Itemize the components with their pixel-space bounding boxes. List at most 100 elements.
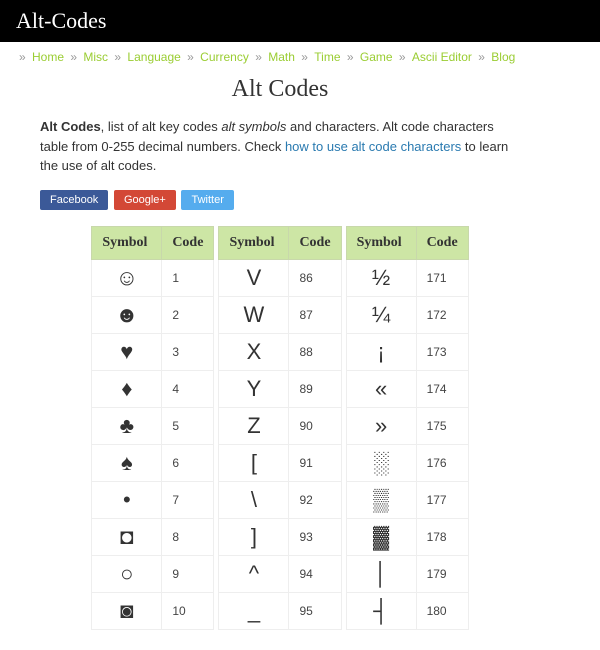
code-cell: 89	[289, 370, 341, 407]
table-row: ░176	[346, 444, 468, 481]
breadcrumb-link[interactable]: Time	[314, 50, 340, 64]
symbol-cell: _	[219, 592, 289, 629]
table-row: [91	[219, 444, 341, 481]
symbol-cell: ▓	[346, 518, 416, 555]
symbol-cell: │	[346, 555, 416, 592]
code-cell: 180	[416, 592, 468, 629]
breadcrumb-separator: »	[347, 50, 357, 64]
symbol-cell: ♣	[92, 407, 162, 444]
th-code: Code	[162, 226, 214, 259]
intro-paragraph: Alt Codes, list of alt key codes alt sym…	[40, 117, 520, 176]
breadcrumb-link[interactable]: Ascii Editor	[412, 50, 472, 64]
facebook-button[interactable]: Facebook	[40, 190, 108, 210]
code-cell: 87	[289, 296, 341, 333]
breadcrumb-separator: »	[19, 50, 29, 64]
table-row: ¼172	[346, 296, 468, 333]
breadcrumb-separator: »	[399, 50, 409, 64]
table-row: ○9	[92, 555, 214, 592]
table-row: ¡173	[346, 333, 468, 370]
table-row: ^94	[219, 555, 341, 592]
code-cell: 91	[289, 444, 341, 481]
breadcrumb-separator: »	[187, 50, 197, 64]
alt-codes-col2: Symbol Code V86W87X88Y89Z90[91\92]93^94_…	[218, 226, 341, 630]
breadcrumb-link[interactable]: Blog	[491, 50, 515, 64]
alt-codes-col1: Symbol Code ☺1☻2♥3♦4♣5♠6•7◘8○9◙10	[91, 226, 214, 630]
table-row: »175	[346, 407, 468, 444]
share-row: Facebook Google+ Twitter	[40, 190, 520, 210]
intro-bold: Alt Codes	[40, 119, 101, 134]
symbol-cell: •	[92, 481, 162, 518]
code-cell: 4	[162, 370, 214, 407]
breadcrumb-separator: »	[255, 50, 265, 64]
breadcrumb: » Home » Misc » Language » Currency » Ma…	[0, 42, 600, 72]
alt-codes-tables: Symbol Code ☺1☻2♥3♦4♣5♠6•7◘8○9◙10 Symbol…	[40, 226, 520, 630]
symbol-cell: ^	[219, 555, 289, 592]
breadcrumb-link[interactable]: Game	[360, 50, 393, 64]
table-row: ┤180	[346, 592, 468, 629]
table-row: Y89	[219, 370, 341, 407]
code-cell: 177	[416, 481, 468, 518]
th-symbol: Symbol	[219, 226, 289, 259]
code-cell: 171	[416, 259, 468, 296]
table-row: ▒177	[346, 481, 468, 518]
symbol-cell: ]	[219, 518, 289, 555]
code-cell: 10	[162, 592, 214, 629]
table-row: ♣5	[92, 407, 214, 444]
code-cell: 9	[162, 555, 214, 592]
table-row: «174	[346, 370, 468, 407]
site-title: Alt-Codes	[16, 8, 106, 33]
code-cell: 174	[416, 370, 468, 407]
table-row: ♥3	[92, 333, 214, 370]
site-header: Alt-Codes	[0, 0, 600, 42]
symbol-cell: ┤	[346, 592, 416, 629]
symbol-cell: V	[219, 259, 289, 296]
intro-text: , list of alt key codes	[101, 119, 222, 134]
code-cell: 173	[416, 333, 468, 370]
table-row: │179	[346, 555, 468, 592]
breadcrumb-link[interactable]: Currency	[200, 50, 249, 64]
table-row: ◘8	[92, 518, 214, 555]
symbol-cell: W	[219, 296, 289, 333]
code-cell: 5	[162, 407, 214, 444]
code-cell: 3	[162, 333, 214, 370]
code-cell: 6	[162, 444, 214, 481]
breadcrumb-link[interactable]: Math	[268, 50, 295, 64]
code-cell: 8	[162, 518, 214, 555]
th-code: Code	[289, 226, 341, 259]
table-row: ]93	[219, 518, 341, 555]
symbol-cell: X	[219, 333, 289, 370]
table-row: V86	[219, 259, 341, 296]
code-cell: 1	[162, 259, 214, 296]
code-cell: 179	[416, 555, 468, 592]
code-cell: 7	[162, 481, 214, 518]
table-row: X88	[219, 333, 341, 370]
table-row: ♦4	[92, 370, 214, 407]
table-row: •7	[92, 481, 214, 518]
howto-link[interactable]: how to use alt code characters	[285, 139, 461, 154]
code-cell: 172	[416, 296, 468, 333]
symbol-cell: ♥	[92, 333, 162, 370]
symbol-cell: ☻	[92, 296, 162, 333]
code-cell: 90	[289, 407, 341, 444]
code-cell: 88	[289, 333, 341, 370]
breadcrumb-separator: »	[114, 50, 124, 64]
symbol-cell: ½	[346, 259, 416, 296]
code-cell: 178	[416, 518, 468, 555]
breadcrumb-separator: »	[70, 50, 80, 64]
symbol-cell: ¡	[346, 333, 416, 370]
breadcrumb-link[interactable]: Home	[32, 50, 64, 64]
google-plus-button[interactable]: Google+	[114, 190, 176, 210]
code-cell: 2	[162, 296, 214, 333]
table-row: ◙10	[92, 592, 214, 629]
page-title: Alt Codes	[40, 76, 520, 103]
main-content: Alt Codes Alt Codes, list of alt key cod…	[0, 76, 560, 650]
th-code: Code	[416, 226, 468, 259]
symbol-cell: «	[346, 370, 416, 407]
twitter-button[interactable]: Twitter	[181, 190, 233, 210]
symbol-cell: ░	[346, 444, 416, 481]
code-cell: 94	[289, 555, 341, 592]
table-row: Z90	[219, 407, 341, 444]
symbol-cell: ♠	[92, 444, 162, 481]
breadcrumb-link[interactable]: Misc	[83, 50, 108, 64]
breadcrumb-link[interactable]: Language	[127, 50, 180, 64]
